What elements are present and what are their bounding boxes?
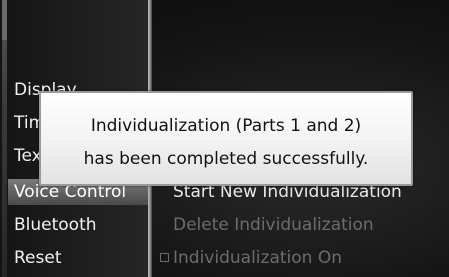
option-delete-individualization[interactable]: Delete Individualization <box>173 215 374 235</box>
menu-item-bluetooth[interactable]: Bluetooth <box>14 215 97 235</box>
menu-accent-strip <box>2 0 7 277</box>
menu-accent-highlight <box>2 0 7 40</box>
infotainment-screen: Display Time Text Reader Voice Control B… <box>0 0 449 277</box>
confirmation-dialog[interactable]: Individualization (Parts 1 and 2) has be… <box>39 91 413 186</box>
option-individualization-on[interactable]: Individualization On <box>173 248 342 268</box>
menu-item-reset[interactable]: Reset <box>14 248 62 268</box>
dialog-message-line-1: Individualization (Parts 1 and 2) <box>90 116 362 136</box>
dialog-message-line-2: has been completed successfully. <box>83 149 369 169</box>
individualization-on-checkbox[interactable] <box>160 253 169 262</box>
